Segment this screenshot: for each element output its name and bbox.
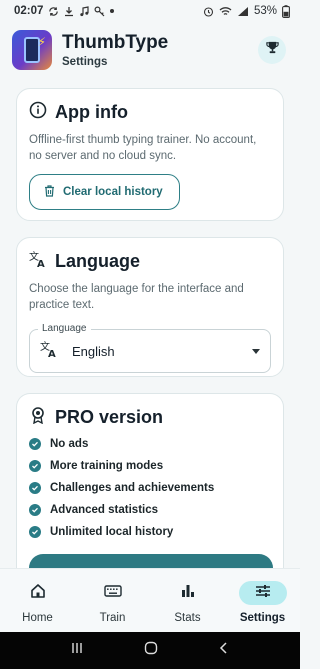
- signal-icon: [237, 6, 249, 17]
- trash-icon: [44, 184, 55, 200]
- music-icon: [79, 5, 90, 17]
- sliders-icon: [255, 583, 271, 604]
- language-field-label: Language: [38, 323, 91, 334]
- pro-feature-item: Unlimited local history: [29, 525, 271, 539]
- app-info-description: Offline-first thumb typing trainer. No a…: [29, 134, 257, 162]
- pro-feature-item: Challenges and achievements: [29, 481, 271, 495]
- info-icon: [29, 101, 47, 124]
- language-selected-value: English: [72, 343, 115, 359]
- recent-apps-icon[interactable]: [70, 641, 84, 660]
- bar-chart-icon: [180, 583, 196, 604]
- home-system-icon[interactable]: [144, 641, 158, 660]
- nav-home-label: Home: [22, 612, 53, 624]
- language-title: Language: [55, 251, 141, 271]
- badge-icon: [29, 406, 47, 429]
- app-title: ThumbType: [62, 31, 169, 53]
- svg-text:A: A: [48, 349, 56, 358]
- language-description: Choose the language for the interface an…: [29, 283, 244, 311]
- download-icon: [64, 6, 74, 17]
- wifi-icon: [219, 6, 232, 17]
- pro-feature-list: No ads More training modes Challenges an…: [29, 437, 271, 539]
- language-select[interactable]: Language 文A English: [29, 323, 271, 373]
- app-info-title: App info: [55, 102, 128, 122]
- app-info-card: App info Offline-first thumb typing trai…: [16, 88, 284, 221]
- nav-settings[interactable]: Settings: [225, 569, 300, 632]
- pro-feature-item: No ads: [29, 437, 271, 451]
- notification-dot-icon: [110, 9, 115, 13]
- status-time: 02:07: [14, 5, 44, 17]
- check-circle-icon: [29, 438, 41, 450]
- bottom-nav: Home Train Stats Settings: [0, 568, 300, 632]
- achievements-button[interactable]: [258, 36, 286, 64]
- translate-field-icon: 文A: [40, 340, 58, 363]
- pro-feature-item: More training modes: [29, 459, 271, 473]
- dropdown-caret-icon: [252, 348, 260, 354]
- check-circle-icon: [29, 460, 41, 472]
- battery-level: 53%: [253, 5, 277, 17]
- alarm-icon: [203, 6, 214, 17]
- trophy-icon: [265, 40, 280, 60]
- nav-settings-label: Settings: [239, 612, 286, 624]
- keyboard-icon: [103, 584, 122, 603]
- clear-history-button[interactable]: Clear local history: [29, 174, 180, 210]
- app-header: ⚡ ThumbType Settings: [0, 22, 300, 78]
- key-icon: [94, 5, 105, 17]
- check-circle-icon: [29, 482, 41, 494]
- nav-stats-label: Stats: [174, 612, 201, 624]
- check-circle-icon: [29, 504, 41, 516]
- pro-title: PRO version: [55, 407, 164, 427]
- nav-home[interactable]: Home: [0, 569, 75, 632]
- status-bar: 02:07 53%: [0, 0, 300, 22]
- home-icon: [30, 583, 46, 604]
- app-logo: ⚡: [12, 30, 52, 70]
- clear-history-label: Clear local history: [63, 186, 163, 198]
- nav-train[interactable]: Train: [75, 569, 150, 632]
- svg-text:A: A: [37, 259, 45, 268]
- check-circle-icon: [29, 526, 41, 538]
- pro-feature-item: Advanced statistics: [29, 503, 271, 517]
- sync-icon: [48, 6, 59, 17]
- nav-train-label: Train: [99, 612, 126, 624]
- nav-stats[interactable]: Stats: [150, 569, 225, 632]
- pro-card: PRO version No ads More training modes C…: [16, 393, 284, 594]
- system-nav-bar: [0, 632, 300, 669]
- battery-icon: [282, 4, 290, 18]
- back-icon[interactable]: [218, 641, 230, 660]
- page-subtitle: Settings: [62, 55, 108, 68]
- language-card: 文A Language Choose the language for the …: [16, 237, 284, 377]
- translate-icon: 文A: [29, 250, 47, 273]
